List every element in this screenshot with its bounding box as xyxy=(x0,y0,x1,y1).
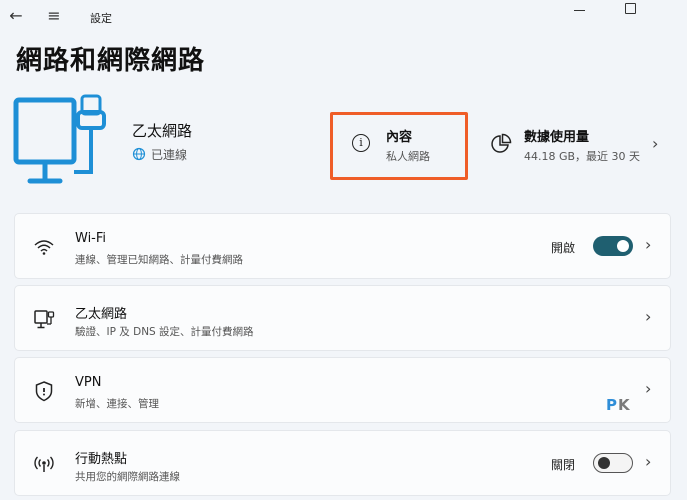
minimize-icon[interactable] xyxy=(570,2,590,18)
ethernet-subtitle: 驗證、IP 及 DNS 設定、計量付費網路 xyxy=(75,326,254,338)
hotspot-state-label: 關閉 xyxy=(551,458,576,472)
hotspot-toggle[interactable] xyxy=(593,453,633,473)
chevron-right-icon[interactable]: › xyxy=(645,452,651,471)
wifi-icon xyxy=(34,240,54,255)
properties-button[interactable] xyxy=(330,112,468,180)
chevron-right-icon[interactable]: › xyxy=(645,307,651,326)
data-usage-subtitle: 44.18 GB，最近 30 天 xyxy=(524,150,641,163)
ethernet-card[interactable]: 乙太網路 驗證、IP 及 DNS 設定、計量付費網路 › xyxy=(14,285,671,351)
wifi-state-label: 開啟 xyxy=(551,241,576,255)
properties-title: 內容 xyxy=(386,130,413,145)
chevron-right-icon[interactable]: › xyxy=(645,379,651,398)
ethernet-monitor-icon xyxy=(13,94,106,184)
pie-chart-icon[interactable] xyxy=(490,133,512,155)
hotspot-title: 行動熱點 xyxy=(75,452,128,467)
hamburger-menu-icon[interactable]: ≡ xyxy=(44,6,64,26)
wifi-card[interactable]: Wi-Fi 連線、管理已知網路、計量付費網路 開啟 › xyxy=(14,213,671,279)
data-usage-title[interactable]: 數據使用量 xyxy=(524,126,589,145)
globe-icon xyxy=(132,147,146,161)
hotspot-card[interactable]: 行動熱點 共用您的網際網路連線 關閉 › xyxy=(14,430,671,496)
title-bar: ← ≡ 設定 xyxy=(0,0,687,34)
connection-name: 乙太網路 xyxy=(132,122,193,140)
wifi-toggle[interactable] xyxy=(593,236,633,256)
vpn-title: VPN xyxy=(75,375,102,390)
chevron-right-icon[interactable]: › xyxy=(645,235,651,254)
wifi-subtitle: 連線、管理已知網路、計量付費網路 xyxy=(75,254,243,266)
vpn-subtitle: 新增、連接、管理 xyxy=(75,398,159,410)
connection-status: 已連線 xyxy=(151,148,188,162)
hotspot-icon xyxy=(34,456,54,472)
window-title: 設定 xyxy=(90,12,112,25)
ethernet-icon xyxy=(34,310,55,329)
ethernet-title: 乙太網路 xyxy=(75,307,128,322)
maximize-icon[interactable] xyxy=(625,3,636,14)
page-title: 網路和網際網路 xyxy=(16,46,206,76)
chevron-right-icon[interactable]: › xyxy=(652,134,658,153)
hotspot-subtitle: 共用您的網際網路連線 xyxy=(75,471,180,483)
wifi-title: Wi-Fi xyxy=(75,231,107,246)
shield-icon xyxy=(35,381,53,402)
properties-subtitle: 私人網路 xyxy=(386,150,430,163)
info-icon: i xyxy=(352,134,370,152)
vpn-card[interactable]: VPN 新增、連接、管理 › xyxy=(14,357,671,423)
watermark-logo: PK xyxy=(606,396,631,414)
back-arrow-icon[interactable]: ← xyxy=(6,6,26,26)
